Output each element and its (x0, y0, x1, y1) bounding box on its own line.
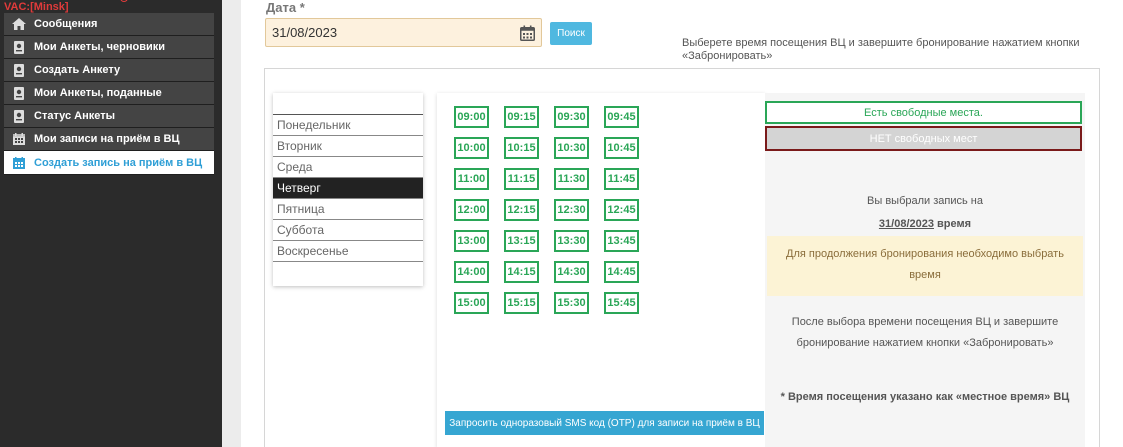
time-slot-1445[interactable]: 14:45 (604, 261, 639, 283)
chosen-date-line: 31/08/2023 время (765, 218, 1085, 230)
time-slot-1200[interactable]: 12:00 (454, 199, 489, 221)
time-slot-1315[interactable]: 13:15 (504, 230, 539, 252)
local-time-note: * Время посещения указано как «местное в… (780, 391, 1070, 403)
weekday-thursday[interactable]: Четверг (273, 178, 423, 199)
passport-icon (4, 86, 34, 100)
chosen-label: Вы выбрали запись на (867, 195, 983, 207)
sidebar-item-submitted[interactable]: Мои Анкеты, поданные (4, 82, 214, 105)
time-slot-1015[interactable]: 10:15 (504, 137, 539, 159)
passport-icon (4, 63, 34, 77)
selection-info: Есть свободные места. НЕТ свободных мест… (765, 93, 1085, 447)
time-slot-0945[interactable]: 09:45 (604, 106, 639, 128)
legend-unavailable: НЕТ свободных мест (765, 126, 1082, 151)
passport-icon (4, 40, 34, 54)
weekday-sunday[interactable]: Воскресенье (273, 241, 423, 262)
calendar-icon (4, 133, 34, 145)
time-slot-1515[interactable]: 15:15 (504, 292, 539, 314)
time-slot-1545[interactable]: 15:45 (604, 292, 639, 314)
time-slot-1115[interactable]: 11:15 (504, 168, 539, 190)
time-slot-grid: 09:00 09:15 09:30 09:45 10:00 10:15 10:30 10:45… (437, 93, 765, 447)
search-button[interactable]: Поиск (550, 22, 592, 45)
time-slot-1415[interactable]: 14:15 (504, 261, 539, 283)
time-slot-1500[interactable]: 15:00 (454, 292, 489, 314)
time-slot-0900[interactable]: 09:00 (454, 106, 489, 128)
time-slot-0930[interactable]: 09:30 (554, 106, 589, 128)
weekday-tuesday[interactable]: Вторник (273, 136, 423, 157)
passport-icon (4, 109, 34, 123)
time-slot-1130[interactable]: 11:30 (554, 168, 589, 190)
decoration-mark (120, 0, 128, 2)
home-icon (4, 18, 34, 30)
sidebar-item-my-appointments[interactable]: Мои записи на приём в ВЦ (4, 128, 214, 151)
time-slot-1045[interactable]: 10:45 (604, 137, 639, 159)
sidebar-item-label: Мои записи на приём в ВЦ (34, 133, 180, 145)
sidebar-item-drafts[interactable]: Мои Анкеты, черновики (4, 36, 214, 59)
time-slot-1330[interactable]: 13:30 (554, 230, 589, 252)
sidebar-item-label: Мои Анкеты, поданные (34, 87, 162, 99)
booking-panel: Понедельник Вторник Среда Четверг Пятниц… (264, 68, 1100, 447)
weekday-list-header (273, 93, 423, 115)
weekday-friday[interactable]: Пятница (273, 199, 423, 220)
sidebar-item-label: Статус Анкеты (34, 110, 115, 122)
weekday-saturday[interactable]: Суббота (273, 220, 423, 241)
sidebar-item-label: Создать Анкету (34, 64, 121, 76)
calendar-icon (4, 156, 34, 169)
weekday-wednesday[interactable]: Среда (273, 157, 423, 178)
sidebar-item-label: Мои Анкеты, черновики (34, 41, 166, 53)
time-slot-1215[interactable]: 12:15 (504, 199, 539, 221)
time-slot-1030[interactable]: 10:30 (554, 137, 589, 159)
time-slot-1530[interactable]: 15:30 (554, 292, 589, 314)
select-time-warning: Для продолжения бронирования необходимо … (767, 236, 1083, 296)
sidebar-item-messages[interactable]: Сообщения (4, 13, 214, 36)
date-label: Дата * (266, 0, 305, 15)
time-slot-1400[interactable]: 14:00 (454, 261, 489, 283)
booking-hint: Выберете время посещения ВЦ и завершите … (682, 37, 1080, 62)
date-input[interactable]: 31/08/2023 (265, 18, 542, 47)
sidebar-item-create-form[interactable]: Создать Анкету (4, 59, 214, 82)
time-slot-1345[interactable]: 13:45 (604, 230, 639, 252)
time-slot-1245[interactable]: 12:45 (604, 199, 639, 221)
time-slot-1230[interactable]: 12:30 (554, 199, 589, 221)
weekday-monday[interactable]: Понедельник (273, 115, 423, 136)
date-value: 31/08/2023 (272, 25, 338, 40)
time-slot-1430[interactable]: 14:30 (554, 261, 589, 283)
sidebar-item-create-appointment[interactable]: Создать запись на приём в ВЦ (4, 151, 214, 175)
time-slot-0915[interactable]: 09:15 (504, 106, 539, 128)
chosen-time-label: время (937, 218, 972, 230)
vac-label: VAC:[Minsk] (4, 1, 69, 13)
after-selection-hint: После выбора времени посещения ВЦ и заве… (791, 316, 1059, 349)
chosen-date: 31/08/2023 (878, 218, 934, 230)
time-slot-1145[interactable]: 11:45 (604, 168, 639, 190)
sidebar-menu: Сообщения Мои Анкеты, черновики Создать … (4, 13, 214, 175)
calendar-icon[interactable] (520, 25, 535, 44)
legend-available: Есть свободные места. (765, 101, 1082, 124)
sidebar-item-label: Сообщения (34, 18, 98, 30)
sidebar-item-label: Создать запись на приём в ВЦ (34, 156, 203, 169)
request-sms-otp-button[interactable]: Запросить одноразовый SMS код (OTP) для … (445, 411, 764, 435)
time-slot-1000[interactable]: 10:00 (454, 137, 489, 159)
sidebar-item-status[interactable]: Статус Анкеты (4, 105, 214, 128)
time-slot-1300[interactable]: 13:00 (454, 230, 489, 252)
main-content: Дата * 31/08/2023 Поиск Выберете время п… (241, 0, 1123, 447)
weekday-list: Понедельник Вторник Среда Четверг Пятниц… (273, 93, 423, 286)
sidebar: VAC:[Minsk] Сообщения Мои Анкеты, чернов… (0, 0, 222, 447)
time-slot-1100[interactable]: 11:00 (454, 168, 489, 190)
